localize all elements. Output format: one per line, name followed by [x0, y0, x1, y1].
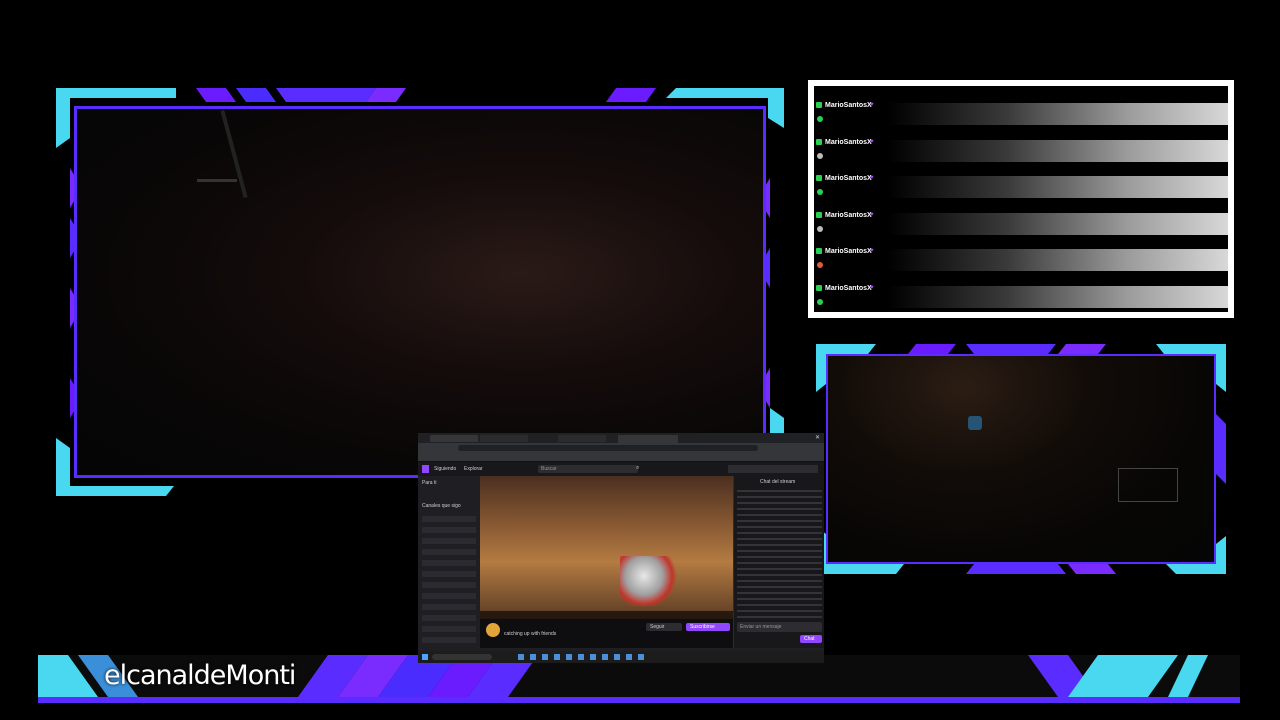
chat-message: MarioSantosX ♥	[814, 283, 1228, 312]
follow-label: Seguir	[650, 624, 665, 630]
chat-username: MarioSantosX	[825, 175, 872, 182]
secondary-camera-feed	[826, 354, 1216, 564]
chat-message-bar	[888, 286, 1228, 308]
nav-browse[interactable]: Explorar	[464, 466, 483, 472]
heart-icon: ♥	[870, 175, 874, 181]
chat-message: MarioSantosX ♥	[814, 100, 1228, 130]
stream-info: catching up with friends Seguir Suscribi…	[480, 619, 733, 648]
browser-tab[interactable]	[558, 435, 606, 442]
sidebar-channel-list	[422, 516, 476, 644]
chat-overlay: MarioSantosX ♥ MarioSantosX ♥ MarioSanto…	[808, 80, 1234, 318]
stream-title: catching up with friends	[504, 631, 557, 637]
search-input[interactable]: Buscar	[538, 465, 638, 473]
bookmarks-bar	[418, 453, 824, 462]
subscriber-icon	[816, 248, 822, 254]
chat-lines	[737, 490, 822, 618]
browser-tab[interactable]	[430, 435, 478, 442]
subscriber-icon	[816, 175, 822, 181]
twitch-topnav: Siguiendo Explorar Buscar ⌕	[418, 462, 824, 476]
twitch-logo-icon[interactable]	[422, 465, 429, 473]
chat-message-bar	[888, 213, 1228, 235]
browser-addressbar[interactable]	[418, 443, 824, 453]
player-controls-bar[interactable]	[480, 611, 733, 619]
heart-icon: ♥	[870, 248, 874, 254]
chat-messages: MarioSantosX ♥ MarioSantosX ♥ MarioSanto…	[814, 86, 1228, 312]
subscriber-icon	[816, 285, 822, 291]
chat-message-bar	[888, 176, 1228, 198]
chat-username: MarioSantosX	[825, 102, 872, 109]
taskbar-icons[interactable]	[518, 654, 648, 660]
chat-message: MarioSantosX ♥	[814, 210, 1228, 240]
sidebar-title: Para ti	[422, 480, 437, 486]
channel-name: elcanaldeMonti	[104, 660, 296, 691]
weapon-model	[620, 556, 680, 606]
streamer-avatar[interactable]	[486, 623, 500, 637]
search-icon[interactable]: ⌕	[636, 465, 639, 472]
heart-icon: ♥	[870, 285, 874, 291]
subscriber-icon	[816, 102, 822, 108]
twitch-chat: Chat del stream Enviar un mensaje Chat	[733, 476, 824, 648]
chat-message: MarioSantosX ♥	[814, 173, 1228, 203]
browser-tab[interactable]	[480, 435, 528, 442]
follow-button[interactable]: Seguir	[646, 623, 682, 631]
emote-icon	[817, 262, 823, 268]
secondary-camera-frame	[816, 344, 1226, 574]
close-icon[interactable]: ✕	[815, 434, 820, 441]
sidebar-section: Canales que sigo	[422, 503, 461, 509]
chat-username: MarioSantosX	[825, 285, 872, 292]
subscriber-icon	[816, 139, 822, 145]
os-taskbar	[418, 651, 824, 663]
search-placeholder: Buscar	[541, 466, 557, 472]
chat-message-bar	[888, 140, 1228, 162]
chat-input[interactable]: Enviar un mensaje	[737, 622, 822, 632]
subscribe-button[interactable]: Suscribirse	[686, 623, 730, 631]
browser-tab-active[interactable]	[618, 435, 678, 443]
heart-icon: ♥	[870, 212, 874, 218]
taskbar-search[interactable]	[432, 654, 492, 660]
emote-icon	[817, 189, 823, 195]
emote-icon	[817, 153, 823, 159]
screen-share: ✕ Siguiendo Explorar Buscar ⌕ Para ti Ca…	[418, 433, 824, 663]
browser-tabbar: ✕	[418, 433, 824, 443]
mic-stand-arm	[197, 179, 237, 182]
chat-message: MarioSantosX ♥	[814, 246, 1228, 276]
subscriber-icon	[816, 212, 822, 218]
chat-send-label: Chat	[804, 636, 815, 642]
url-field[interactable]	[458, 445, 758, 451]
chat-message-bar	[888, 103, 1228, 125]
emote-icon	[817, 116, 823, 122]
chat-username: MarioSantosX	[825, 212, 872, 219]
emote-icon	[817, 299, 823, 305]
twitch-sidebar: Para ti Canales que sigo	[418, 476, 480, 648]
chat-message-bar	[888, 249, 1228, 271]
chat-username: MarioSantosX	[825, 248, 872, 255]
mic-stand	[220, 110, 248, 198]
chat-username: MarioSantosX	[825, 139, 872, 146]
heart-icon: ♥	[870, 139, 874, 145]
screen-rectangle	[1118, 468, 1178, 502]
heart-icon: ♥	[870, 102, 874, 108]
chat-input-placeholder: Enviar un mensaje	[740, 624, 782, 630]
chat-title: Chat del stream	[760, 479, 796, 485]
ad-free-banner[interactable]	[728, 465, 818, 473]
chat-send-button[interactable]: Chat	[800, 635, 822, 643]
emote-icon	[817, 226, 823, 232]
nav-following[interactable]: Siguiendo	[434, 466, 456, 472]
windows-start-icon[interactable]	[422, 654, 428, 660]
stream-video[interactable]	[480, 476, 733, 619]
subscribe-label: Suscribirse	[690, 624, 715, 630]
chat-message: MarioSantosX ♥	[814, 137, 1228, 167]
hand-object	[968, 416, 982, 430]
main-camera-feed	[74, 106, 766, 478]
